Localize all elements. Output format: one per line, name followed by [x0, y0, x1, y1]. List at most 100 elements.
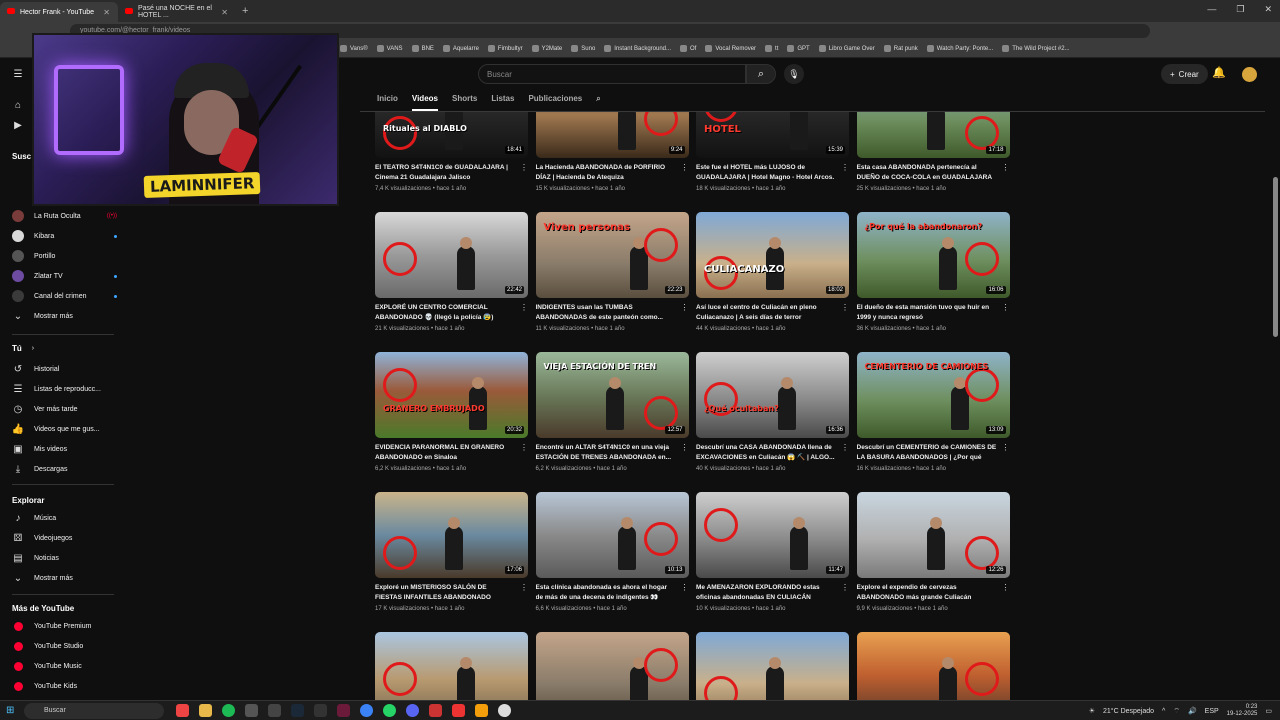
sidebar-item-history[interactable]: ↺ Historial — [12, 363, 117, 375]
video-card[interactable]: 11:47 Me AMENAZARON EXPLORANDO estas ofic… — [696, 492, 849, 612]
video-thumbnail[interactable]: 17:06 — [375, 492, 528, 578]
more-options-icon[interactable]: ⋮ — [681, 583, 689, 592]
more-options-icon[interactable]: ⋮ — [681, 303, 689, 312]
search-input[interactable]: Buscar — [478, 64, 746, 84]
sidebar-item-explore[interactable]: ♪ Música — [12, 512, 117, 524]
bookmark-item[interactable]: GPT — [787, 45, 810, 52]
scrollbar-thumb[interactable] — [1273, 177, 1278, 337]
video-card[interactable]: Coca-Cola17:18 Esta casa ABANDONADA perte… — [856, 112, 1010, 192]
bookmark-item[interactable]: Y2Mate — [531, 45, 562, 52]
windows-start-icon[interactable]: ⊞ — [6, 705, 14, 716]
app-icon[interactable] — [337, 704, 350, 717]
bookmark-item[interactable]: Fimbultyr — [487, 45, 523, 52]
video-title[interactable]: Este fue el HOTEL más LUJOSO de GUADALAJ… — [696, 163, 836, 183]
video-card[interactable]: HOTEL 15:39 Este fue el HOTEL más LUJOSO d… — [696, 112, 849, 192]
video-card[interactable] — [696, 632, 849, 700]
sidebar-channel-item[interactable]: Portillo — [12, 250, 117, 262]
taskbar-search[interactable]: Buscar — [24, 703, 164, 719]
clock[interactable]: 0:23 19-12-2025 — [1227, 704, 1258, 718]
video-thumbnail[interactable]: Rituales al DIABLO 18:41 — [375, 112, 528, 158]
minimize-icon[interactable]: — — [1207, 4, 1216, 15]
video-thumbnail[interactable]: 9:24 — [535, 112, 689, 158]
tab-videos[interactable]: Videos — [411, 94, 438, 111]
video-title[interactable]: EVIDENCIA PARANORMAL EN GRANERO ABANDONA… — [375, 443, 515, 463]
spotify-icon[interactable] — [222, 704, 235, 717]
video-title[interactable]: Explore el expendio de cervezas ABANDONA… — [857, 583, 997, 603]
bookmark-item[interactable]: tt — [765, 45, 778, 52]
folder-icon[interactable] — [199, 704, 212, 717]
video-title[interactable]: INDIGENTES usan las TUMBAS ABANDONADAS d… — [536, 303, 676, 323]
sidebar-item-youtube-service[interactable]: YouTube Music — [12, 660, 117, 672]
video-thumbnail[interactable] — [535, 632, 689, 700]
sidebar-item-my-videos[interactable]: ▣ Mis videos — [12, 443, 117, 455]
more-options-icon[interactable]: ⋮ — [1002, 443, 1010, 452]
more-options-icon[interactable]: ⋮ — [681, 163, 689, 172]
you-heading[interactable]: Tú › — [12, 344, 117, 353]
app-icon[interactable] — [268, 704, 281, 717]
sidebar-item-thumbs-up[interactable]: 👍 Videos que me gus... — [12, 423, 117, 435]
discord-icon[interactable] — [406, 704, 419, 717]
sidebar-channel-item[interactable]: Canal del crimen — [12, 290, 117, 302]
bookmark-item[interactable]: Vocal Remover — [705, 45, 756, 52]
bookmark-item[interactable]: Suno — [571, 45, 595, 52]
bookmark-item[interactable]: VANS — [376, 45, 403, 52]
bookmark-item[interactable]: The Wild Project #2... — [1002, 45, 1070, 52]
video-card[interactable]: VIEJA ESTACIÓN DE TREN 12:57 Encontré un A… — [535, 352, 689, 472]
video-title[interactable]: Exploré un MISTERIOSO SALÓN DE FIESTAS I… — [375, 583, 515, 603]
more-options-icon[interactable]: ⋮ — [1002, 163, 1010, 172]
video-card[interactable] — [856, 632, 1010, 700]
bookmark-item[interactable]: Of — [680, 45, 696, 52]
more-options-icon[interactable]: ⋮ — [841, 303, 849, 312]
language-indicator[interactable]: ESP — [1205, 708, 1219, 715]
bookmark-item[interactable]: Watch Party: Ponte... — [926, 45, 993, 52]
bookmark-item[interactable]: Rat punk — [883, 45, 918, 52]
video-thumbnail[interactable]: ¿Por qué la abandonaron? 16:06 — [856, 212, 1010, 298]
video-card[interactable]: GRANERO EMBRUJADO 20:32 EVIDENCIA PARANORM… — [375, 352, 528, 472]
video-thumbnail[interactable]: GRANERO EMBRUJADO 20:32 — [375, 352, 528, 438]
video-thumbnail[interactable]: CEMENTERIO DE CAMIONES 13:09 — [856, 352, 1010, 438]
scrollbar[interactable] — [1271, 112, 1280, 700]
sidebar-item-youtube-service[interactable]: YouTube Studio — [12, 640, 117, 652]
video-title[interactable]: Descubrí un CEMENTERIO de CAMIONES DE LA… — [857, 443, 997, 463]
sidebar-item-playlist[interactable]: ☰ Listas de reproducc... — [12, 383, 117, 395]
close-tab-icon[interactable]: ✕ — [221, 8, 228, 17]
tab-inicio[interactable]: Inicio — [377, 94, 398, 111]
tray-chevron-icon[interactable]: ^ — [1162, 708, 1165, 715]
maximize-icon[interactable]: ❐ — [1236, 4, 1244, 15]
video-title[interactable]: La Hacienda ABANDONADA de PORFIRIO DÍAZ … — [536, 163, 676, 183]
video-title[interactable]: Esta clínica abandonada es ahora el hoga… — [536, 583, 676, 603]
create-button[interactable]: + Crear — [1161, 64, 1208, 84]
bookmark-item[interactable]: Aquelarre — [442, 45, 479, 52]
video-title[interactable]: Me AMENAZARON EXPLORANDO estas oficinas … — [696, 583, 836, 603]
video-thumbnail[interactable]: 22:42 — [375, 212, 528, 298]
notifications-bell-icon[interactable]: 🔔 — [1212, 66, 1226, 79]
video-card[interactable]: 17:06 Exploré un MISTERIOSO SALÓN DE FIES… — [375, 492, 528, 612]
video-card[interactable] — [535, 632, 689, 700]
more-options-icon[interactable]: ⋮ — [681, 443, 689, 452]
app-icon[interactable] — [360, 704, 373, 717]
video-card[interactable]: 10:13 Esta clínica abandonada es ahora el… — [535, 492, 689, 612]
video-thumbnail[interactable] — [375, 632, 528, 700]
bookmark-item[interactable]: Libro Game Over — [818, 45, 875, 52]
video-title[interactable]: Encontré un ALTAR S4T4N1C0 en una vieja … — [536, 443, 676, 463]
more-options-icon[interactable]: ⋮ — [1002, 303, 1010, 312]
bookmark-item[interactable]: Instant Background... — [604, 45, 671, 52]
sidebar-item-download[interactable]: ⤓ Descargas — [12, 463, 117, 475]
video-thumbnail[interactable] — [856, 632, 1010, 700]
new-tab-icon[interactable]: + — [242, 5, 248, 17]
close-tab-icon[interactable]: ✕ — [103, 8, 110, 17]
channel-search-icon[interactable]: ⌕ — [596, 94, 600, 111]
sidebar-channel-item[interactable]: Zlatar TV — [12, 270, 117, 282]
video-thumbnail[interactable]: CULIACANAZO 18:02 — [696, 212, 849, 298]
wifi-icon[interactable]: ⌔ — [1173, 707, 1180, 716]
steam-icon[interactable] — [291, 704, 304, 717]
video-card[interactable]: 12:26 Explore el expendio de cervezas ABA… — [856, 492, 1010, 612]
volume-icon[interactable]: 🔊 — [1188, 707, 1197, 715]
browser-icon[interactable] — [245, 704, 258, 717]
close-window-icon[interactable]: ✕ — [1264, 4, 1272, 15]
video-card[interactable] — [375, 632, 528, 700]
app-icon[interactable] — [429, 704, 442, 717]
show-more-subscriptions[interactable]: ⌄ Mostrar más — [12, 310, 117, 322]
weather-text[interactable]: 21°C Despejado — [1103, 708, 1154, 715]
more-options-icon[interactable]: ⋮ — [841, 443, 849, 452]
